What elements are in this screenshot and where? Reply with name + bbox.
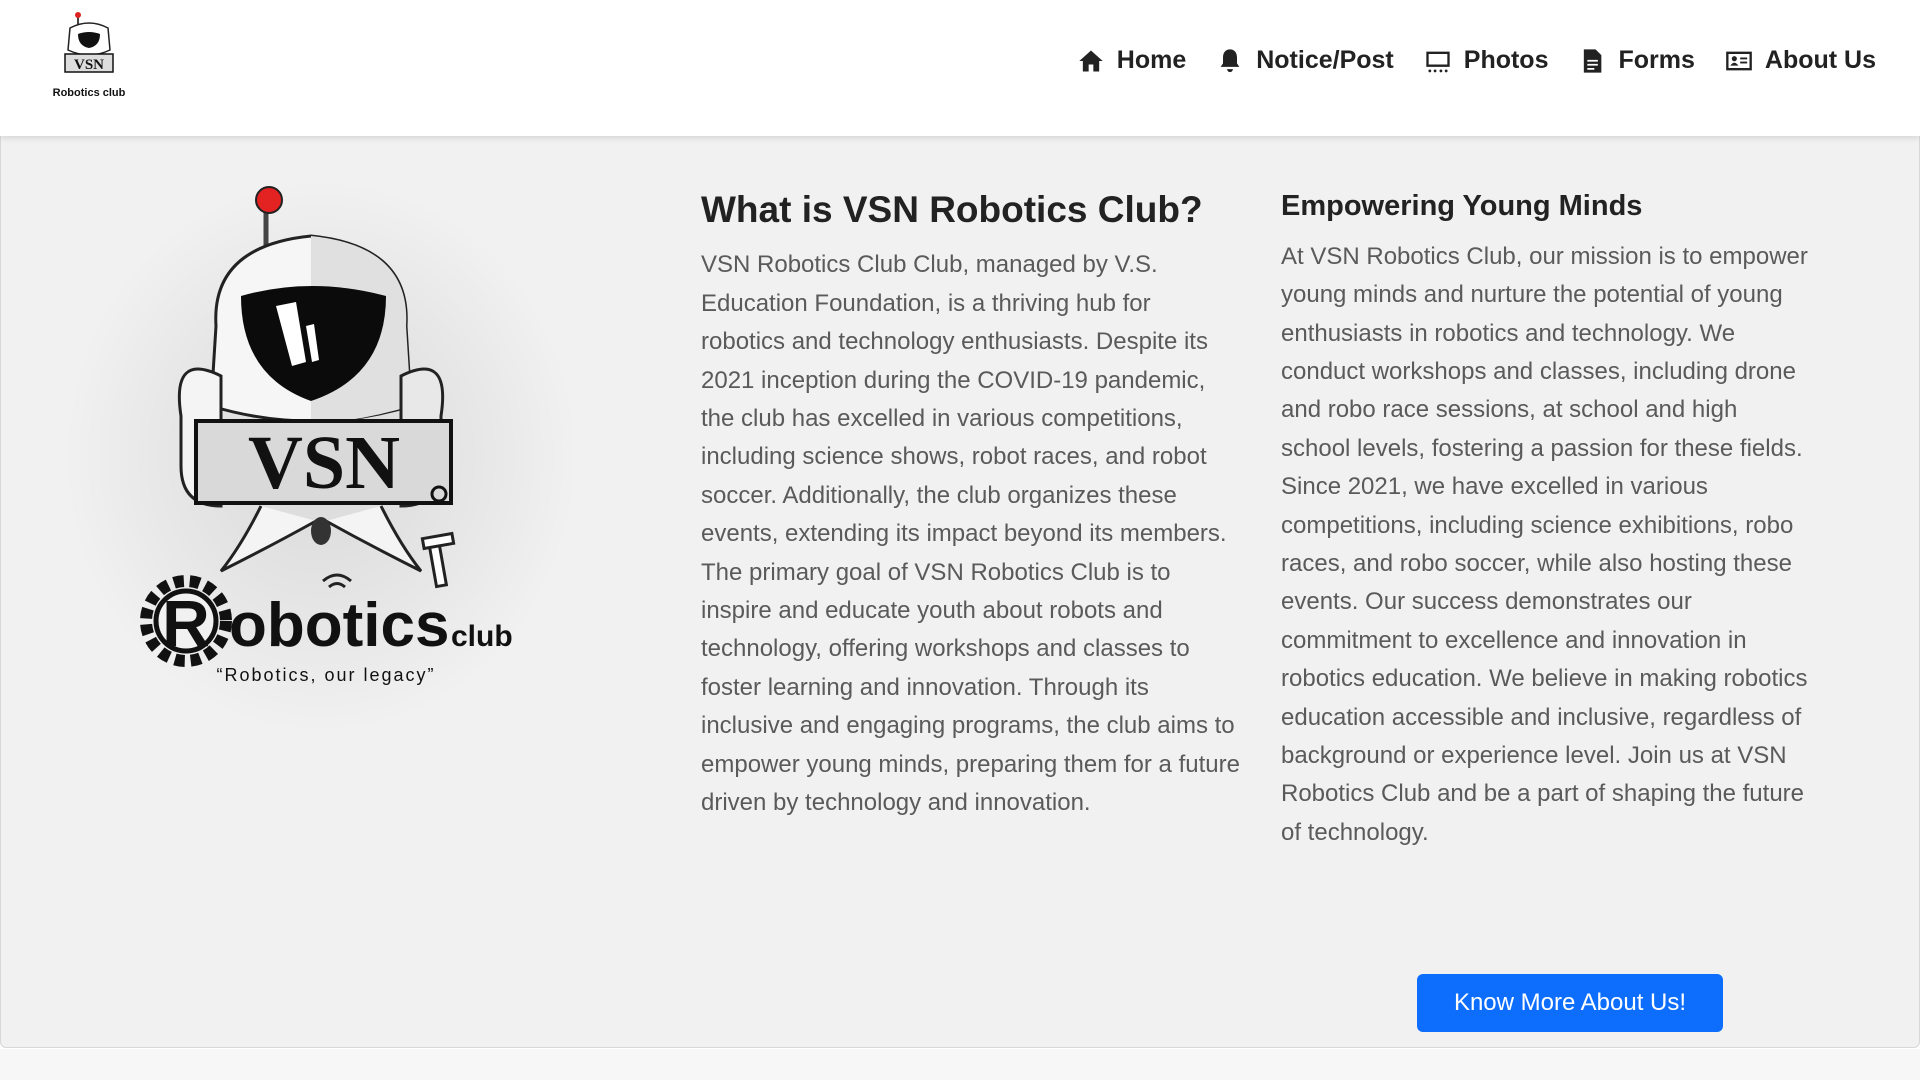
nav-home-label: Home bbox=[1116, 46, 1187, 74]
nav-home[interactable]: Home bbox=[1077, 46, 1186, 75]
id-card-icon bbox=[1726, 51, 1752, 70]
club-logo[interactable]: VSN Robotics club bbox=[48, 10, 130, 110]
top-navbar: VSN Robotics club Home Notice/Post Photo… bbox=[0, 0, 1920, 136]
file-icon bbox=[1584, 48, 1602, 73]
svg-text:“Robotics, our legacy”: “Robotics, our legacy” bbox=[216, 665, 435, 685]
svg-text:obotics: obotics bbox=[229, 591, 449, 660]
mission-column: Empowering Young Minds At VSN Robotics C… bbox=[1281, 188, 1811, 852]
svg-text:VSN: VSN bbox=[74, 57, 104, 73]
bell-icon bbox=[1220, 48, 1240, 72]
about-text: VSN Robotics Club Club, managed by V.S. … bbox=[701, 251, 1240, 817]
nav-menu: Home Notice/Post Photos Forms About Us bbox=[1077, 46, 1876, 75]
mission-text: At VSN Robotics Club, our mission is to … bbox=[1281, 242, 1808, 846]
svg-text:Robotics club: Robotics club bbox=[53, 87, 126, 99]
home-icon bbox=[1079, 50, 1103, 71]
svg-text:club: club bbox=[451, 620, 513, 653]
nav-notice[interactable]: Notice/Post bbox=[1216, 46, 1394, 75]
photos-icon bbox=[1426, 51, 1450, 72]
about-column: What is VSN Robotics Club? VSN Robotics … bbox=[701, 188, 1241, 822]
about-title: What is VSN Robotics Club? bbox=[701, 189, 1203, 230]
svg-text:R: R bbox=[162, 586, 210, 660]
nav-photos-label: Photos bbox=[1463, 46, 1549, 74]
nav-photos[interactable]: Photos bbox=[1424, 46, 1549, 75]
about-section: VSN R obotics club “Robotics, our legacy… bbox=[0, 136, 1920, 1048]
mission-title: Empowering Young Minds bbox=[1281, 190, 1643, 222]
nav-forms-label: Forms bbox=[1618, 46, 1695, 74]
nav-about[interactable]: About Us bbox=[1725, 46, 1876, 75]
nav-forms[interactable]: Forms bbox=[1578, 46, 1695, 75]
nav-notice-label: Notice/Post bbox=[1256, 46, 1394, 74]
page-bottom-strip bbox=[0, 1049, 1920, 1080]
nav-about-label: About Us bbox=[1764, 46, 1876, 74]
vsn-robotics-logo: VSN R obotics club “Robotics, our legacy… bbox=[140, 186, 513, 685]
svg-text:VSN: VSN bbox=[248, 421, 400, 505]
know-more-button[interactable]: Know More About Us! bbox=[1417, 974, 1723, 1032]
